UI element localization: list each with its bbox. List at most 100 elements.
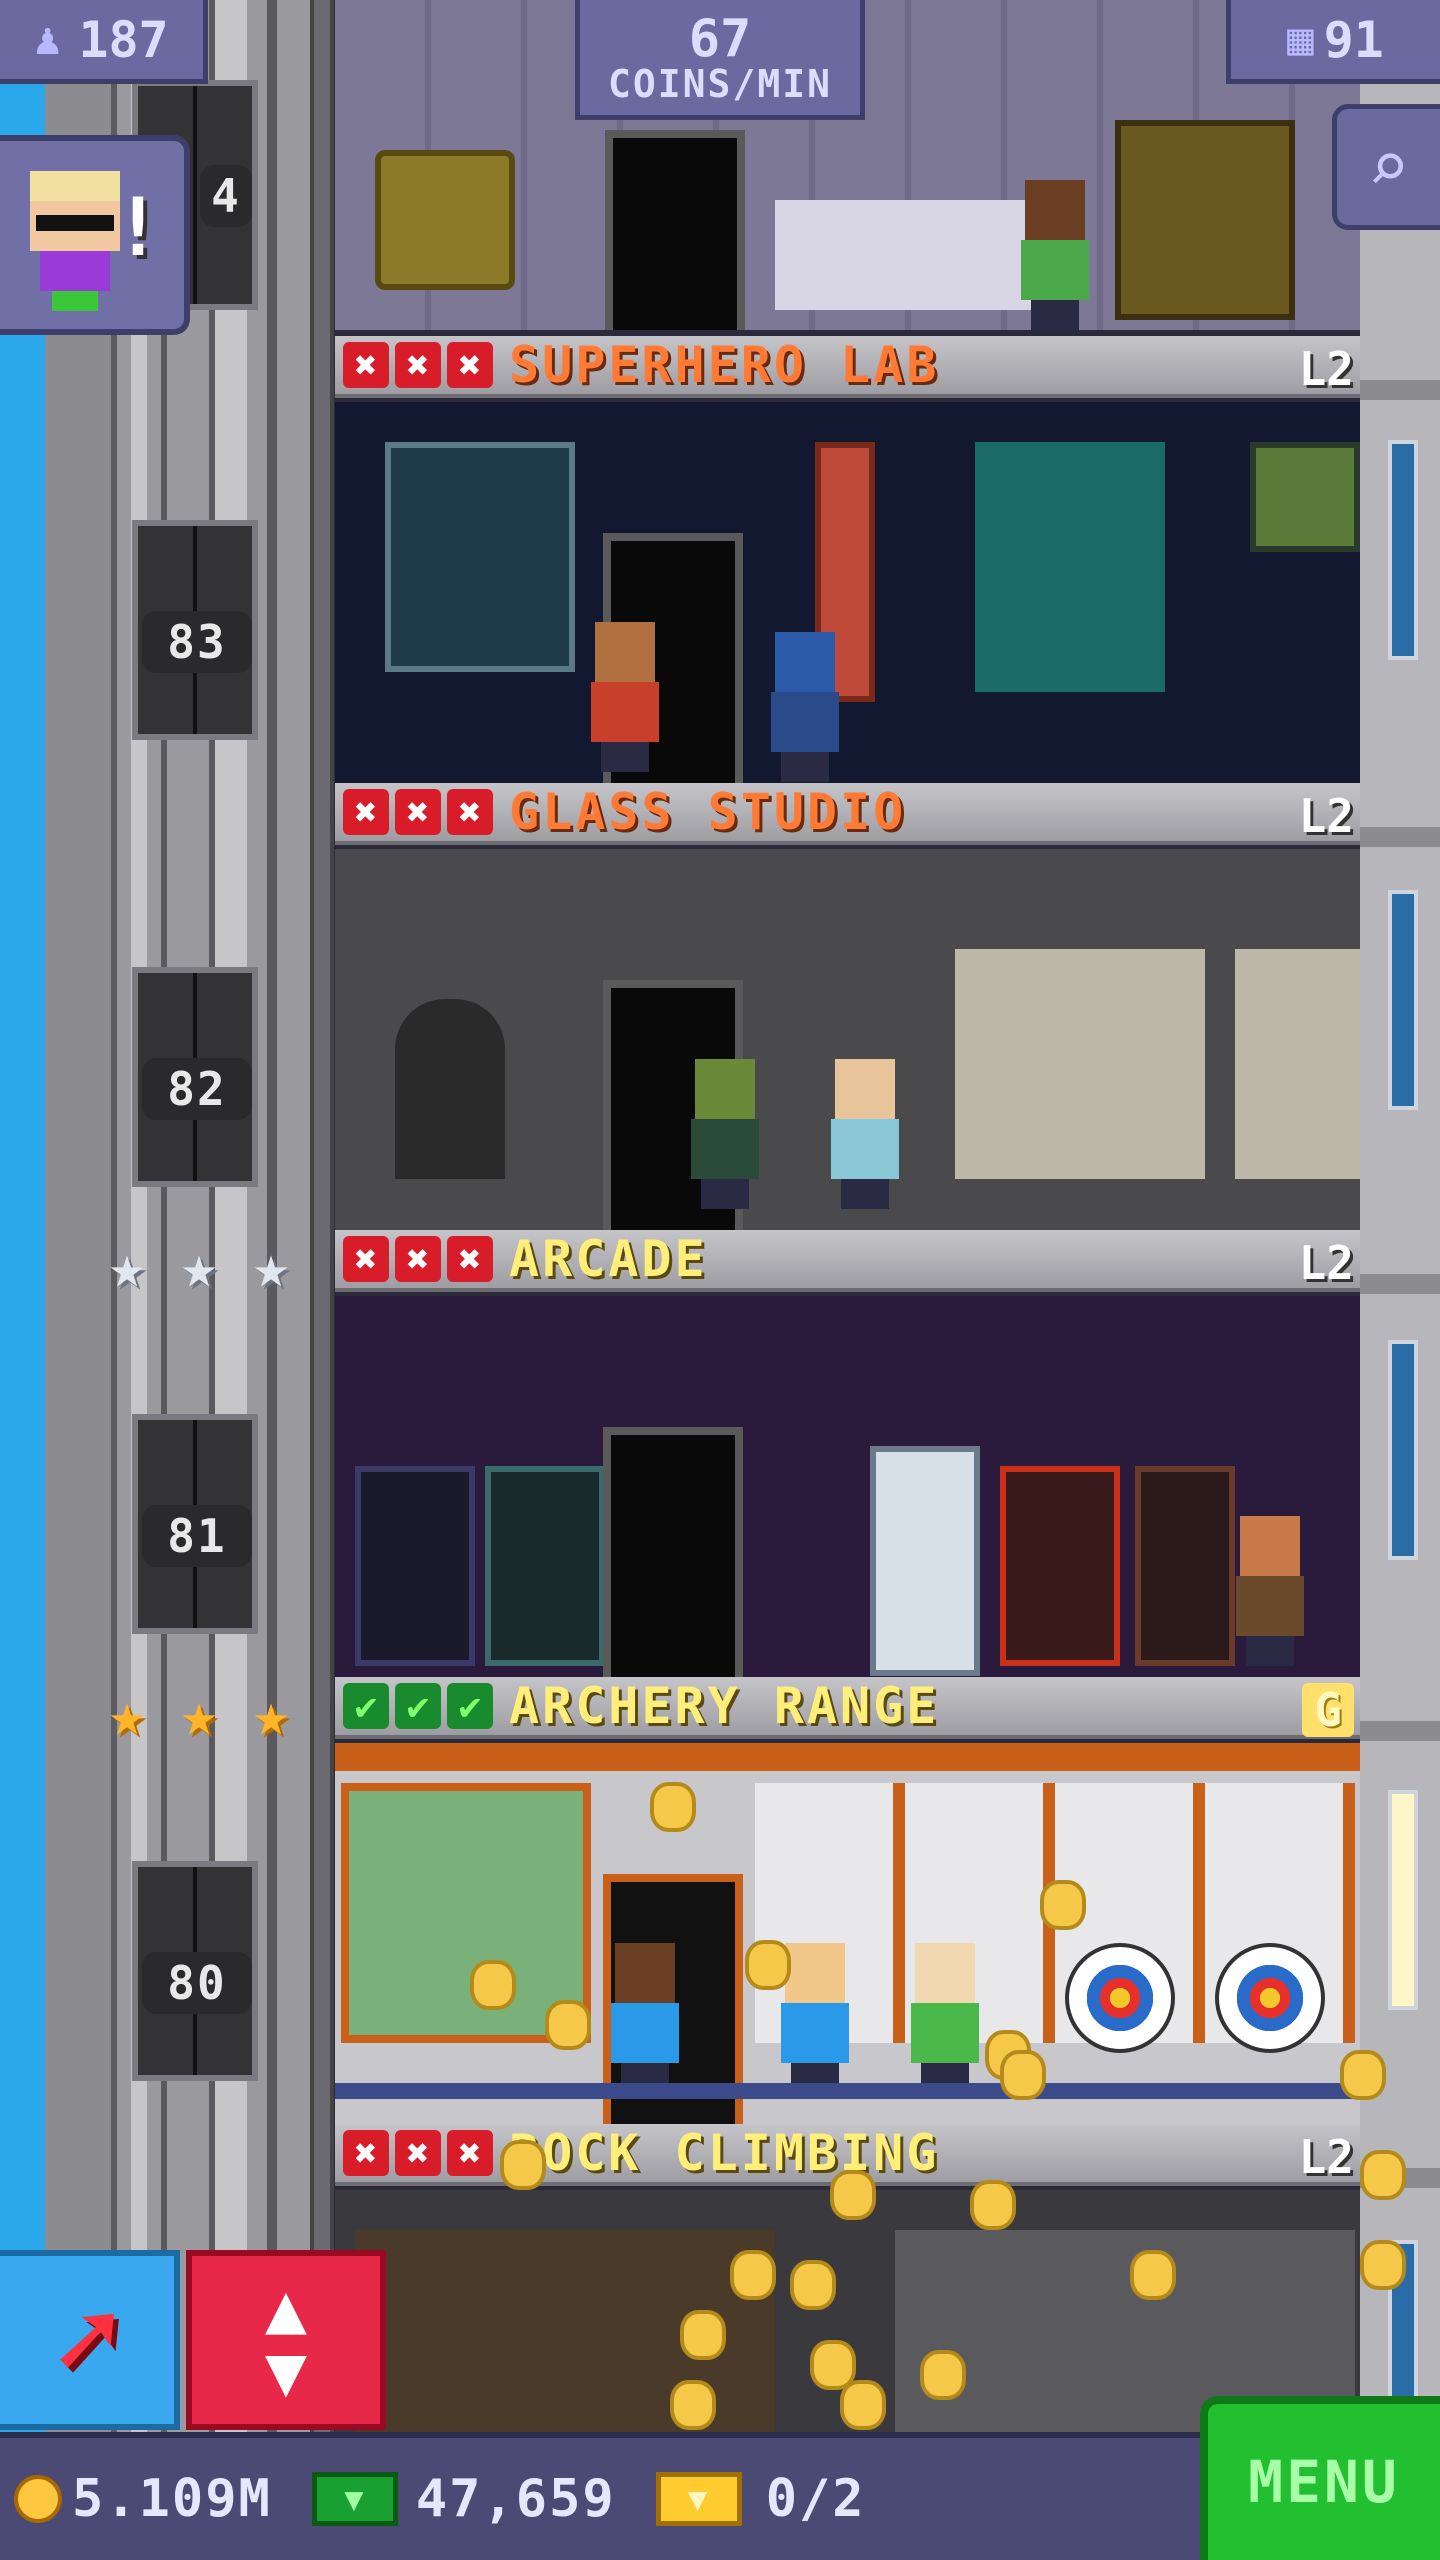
person-up-icon: ♟ bbox=[34, 13, 61, 65]
stock-status-x-icon: ✖ bbox=[343, 2130, 389, 2176]
bux-value: 47,659 bbox=[415, 2469, 616, 2529]
coin-particle bbox=[970, 2180, 1016, 2230]
elevator-button[interactable]: ▲ ▼ bbox=[186, 2250, 386, 2430]
floor-room[interactable] bbox=[335, 402, 1360, 783]
stock-status-check-icon: ✔ bbox=[447, 1683, 493, 1729]
elevator-rail bbox=[310, 0, 334, 2560]
window bbox=[1388, 1340, 1418, 1560]
blueprint-board bbox=[385, 442, 575, 672]
wood-beam bbox=[335, 1743, 1360, 1771]
bitizen[interactable] bbox=[1230, 1516, 1310, 1666]
search-button[interactable]: ⌕ bbox=[1332, 104, 1440, 230]
bitizen[interactable] bbox=[825, 1059, 905, 1209]
coin-particle bbox=[470, 1960, 516, 2010]
glass-shelf bbox=[955, 949, 1205, 1179]
coin-particle bbox=[730, 2250, 776, 2300]
bitizen[interactable] bbox=[765, 632, 845, 782]
coin-particle bbox=[1130, 2250, 1176, 2300]
coin-particle bbox=[840, 2380, 886, 2430]
counter bbox=[775, 200, 1055, 310]
arcade-cabinet bbox=[1135, 1466, 1235, 1666]
window bbox=[1388, 890, 1418, 1110]
elevator-floor-number: 80 bbox=[142, 1952, 252, 2014]
floor-name: ROCK CLIMBING bbox=[509, 2124, 940, 2182]
room-door bbox=[605, 130, 745, 330]
silver-stars: ★ ★ ★ bbox=[95, 1235, 303, 1299]
floor-room[interactable] bbox=[335, 849, 1360, 1230]
stock-status-x-icon: ✖ bbox=[343, 342, 389, 388]
stock-status-x-icon: ✖ bbox=[395, 2130, 441, 2176]
building-icon: ▦ bbox=[1287, 14, 1314, 65]
gold-star-icon: ★ bbox=[180, 1680, 218, 1750]
bitizen[interactable] bbox=[905, 1943, 985, 2093]
floor-name: ARCHERY RANGE bbox=[509, 1677, 940, 1735]
floor-arcade[interactable]: ✖ ✖ ✖ ARCADE L2 bbox=[335, 1230, 1360, 1677]
silver-star-icon: ★ bbox=[252, 1232, 290, 1302]
magnifier-icon: ⌕ bbox=[1367, 126, 1410, 208]
coin-particle bbox=[545, 2000, 591, 2050]
floor-header: ✖ ✖ ✖ GLASS STUDIO L2 bbox=[335, 783, 1360, 845]
population-counter[interactable]: ♟ 187 bbox=[0, 0, 208, 84]
hologram-screen bbox=[975, 442, 1165, 692]
bitizen[interactable] bbox=[585, 622, 665, 772]
golden-ticket-icon: ▼ bbox=[655, 2472, 742, 2526]
floor-name: ARCADE bbox=[509, 1230, 708, 1288]
silver-star-icon: ★ bbox=[108, 1232, 146, 1302]
bitizen[interactable] bbox=[685, 1059, 765, 1209]
floor-level: L2 bbox=[1298, 342, 1354, 396]
coin-particle bbox=[920, 2350, 966, 2400]
floor-level: L2 bbox=[1298, 2130, 1354, 2184]
bitizen[interactable] bbox=[1015, 180, 1095, 330]
stock-status-x-icon: ✖ bbox=[447, 342, 493, 388]
coin-particle bbox=[500, 2140, 546, 2190]
floor-count-value: 91 bbox=[1323, 10, 1384, 69]
coins-per-minute-unit: COINS/MIN bbox=[608, 61, 832, 106]
arcade-cabinet bbox=[1000, 1466, 1120, 1666]
sky-strip bbox=[0, 0, 45, 2560]
archery-target bbox=[1215, 1943, 1325, 2053]
floor-header: ✖ ✖ ✖ SUPERHERO LAB L2 bbox=[335, 336, 1360, 398]
stock-status-x-icon: ✖ bbox=[395, 1236, 441, 1282]
stock-status-x-icon: ✖ bbox=[395, 789, 441, 835]
coin-particle bbox=[830, 2170, 876, 2220]
coin-particle bbox=[1040, 1880, 1086, 1930]
population-value: 187 bbox=[78, 10, 169, 69]
floor-level: L2 bbox=[1298, 789, 1354, 843]
stock-status-x-icon: ✖ bbox=[343, 789, 389, 835]
stock-status-x-icon: ✖ bbox=[343, 1236, 389, 1282]
gold-stars: ★ ★ ★ bbox=[95, 1683, 303, 1747]
coin-particle bbox=[670, 2380, 716, 2430]
coins-value: 5.109M bbox=[72, 2469, 272, 2529]
floor-glass-studio[interactable]: ✖ ✖ ✖ GLASS STUDIO L2 bbox=[335, 783, 1360, 1230]
machine bbox=[1115, 120, 1295, 320]
floor-room[interactable] bbox=[335, 1296, 1360, 1677]
floor-superhero-lab[interactable]: ✖ ✖ ✖ SUPERHERO LAB L2 bbox=[335, 336, 1360, 783]
menu-button[interactable]: MENU bbox=[1200, 2396, 1440, 2560]
elevator-floor-number: 82 bbox=[142, 1058, 252, 1120]
bitizen[interactable] bbox=[605, 1943, 685, 2093]
stock-status-x-icon: ✖ bbox=[447, 2130, 493, 2176]
arcade-cabinet bbox=[485, 1466, 605, 1666]
stock-status-x-icon: ✖ bbox=[447, 1236, 493, 1282]
stock-status-x-icon: ✖ bbox=[447, 789, 493, 835]
gold-star-icon: ★ bbox=[108, 1680, 146, 1750]
floor-name: GLASS STUDIO bbox=[509, 783, 907, 841]
floor-archery-range[interactable]: ✔ ✔ ✔ ARCHERY RANGE G bbox=[335, 1677, 1360, 2124]
coin-icon bbox=[14, 2475, 62, 2523]
window bbox=[1388, 1790, 1418, 2010]
floor-level-golden: G bbox=[1302, 1683, 1354, 1737]
menu-label: MENU bbox=[1248, 2448, 1400, 2516]
coin-particle bbox=[680, 2310, 726, 2360]
coin-particle bbox=[1360, 2240, 1406, 2290]
floor-counter[interactable]: ▦ 91 bbox=[1226, 0, 1440, 84]
mission-avatar-button[interactable]: ! bbox=[0, 135, 190, 335]
archery-target bbox=[1065, 1943, 1175, 2053]
cauldron bbox=[375, 150, 515, 290]
rocket-button[interactable]: ➚ bbox=[0, 2250, 180, 2430]
floor-room[interactable] bbox=[335, 1743, 1360, 2124]
bux-icon: ▼ bbox=[311, 2472, 398, 2526]
arrow-icon: ➚ bbox=[53, 2276, 121, 2404]
floor-header: ✔ ✔ ✔ ARCHERY RANGE G bbox=[335, 1677, 1360, 1739]
game-screen: 4 83 82 81 80 ★ ★ ★ ★ ★ ★ ✖ ✖ ✖ SUPERHER… bbox=[0, 0, 1440, 2560]
stock-status-check-icon: ✔ bbox=[343, 1683, 389, 1729]
